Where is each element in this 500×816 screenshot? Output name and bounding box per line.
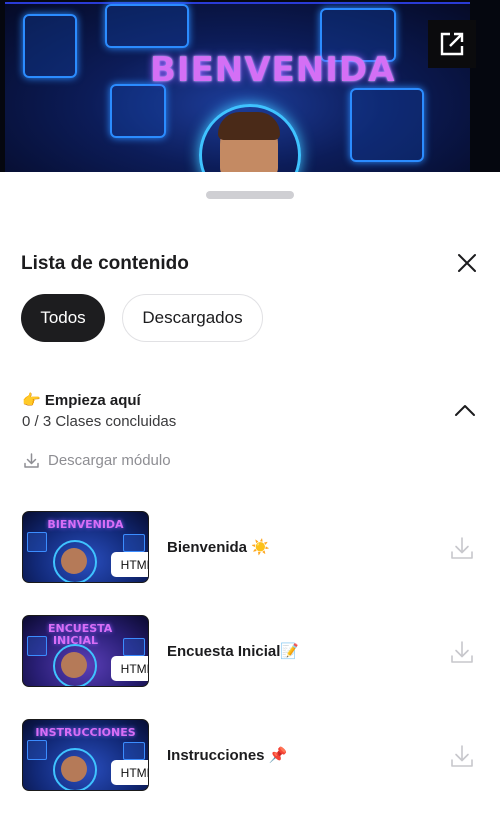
close-button[interactable]	[452, 248, 482, 278]
decor-panel	[27, 740, 47, 760]
lesson-item[interactable]: ENCUESTA INICIAL HTML Encuesta Inicial📝	[0, 615, 500, 689]
download-module-button[interactable]: Descargar módulo	[23, 452, 171, 469]
module-progress: 0 / 3 Clases concluidas	[22, 413, 177, 430]
download-icon[interactable]	[449, 743, 475, 769]
banner-title: BIENVENIDA	[150, 50, 396, 90]
sheet-title: Lista de contenido	[21, 253, 189, 274]
student-hair	[218, 112, 280, 140]
close-icon	[458, 254, 476, 272]
chevron-up-icon	[455, 405, 475, 416]
decor-panel	[123, 638, 145, 656]
lesson-title-text: Encuesta Inicial	[167, 643, 281, 660]
memo-emoji: 📝	[280, 643, 300, 660]
filter-downloaded-chip[interactable]: Descargados	[122, 294, 263, 342]
download-icon[interactable]	[449, 639, 475, 665]
decor-panel	[27, 532, 47, 552]
module-title: 👉 Empieza aquí	[22, 391, 141, 409]
decor-panel	[350, 88, 424, 162]
lesson-title-text: Bienvenida	[167, 539, 248, 556]
lesson-thumbnail: ENCUESTA INICIAL HTML	[22, 615, 149, 687]
open-external-button[interactable]	[428, 20, 476, 68]
lesson-thumbnail: BIENVENIDA HTML	[22, 511, 149, 583]
collapse-module-button[interactable]	[452, 400, 478, 420]
download-module-label: Descargar módulo	[48, 452, 171, 469]
module-title-text: Empieza aquí	[44, 392, 141, 409]
thumbnail-title: BIENVENIDA	[47, 518, 124, 531]
lesson-item[interactable]: BIENVENIDA HTML Bienvenida ☀️	[0, 511, 500, 585]
student-face	[61, 548, 87, 574]
lesson-item[interactable]: INSTRUCCIONES HTML Instrucciones 📌	[0, 719, 500, 793]
pointing-hand-emoji: 👉	[22, 392, 41, 409]
decor-panel	[23, 14, 77, 78]
format-badge: HTML	[111, 552, 148, 577]
format-badge: HTML	[111, 656, 148, 681]
lesson-title-text: Instrucciones	[167, 747, 265, 764]
video-banner[interactable]: BIENVENIDA	[0, 0, 500, 172]
decor-panel	[110, 84, 166, 138]
decor-panel	[123, 534, 145, 552]
decor-panel	[27, 636, 47, 656]
pushpin-emoji: 📌	[268, 747, 288, 764]
lesson-title: Instrucciones 📌	[167, 746, 287, 764]
lesson-title: Bienvenida ☀️	[167, 538, 270, 556]
lesson-thumbnail: INSTRUCCIONES HTML	[22, 719, 149, 791]
decor-panel	[123, 742, 145, 760]
sheet-drag-handle[interactable]	[206, 191, 294, 199]
student-face	[61, 652, 87, 678]
decor-panel	[105, 4, 189, 48]
thumbnail-title: INSTRUCCIONES	[35, 726, 136, 739]
banner-image: BIENVENIDA	[5, 2, 470, 172]
sun-emoji: ☀️	[251, 539, 270, 556]
student-face	[61, 756, 87, 782]
filter-all-chip[interactable]: Todos	[21, 294, 105, 342]
download-icon[interactable]	[449, 535, 475, 561]
lesson-title: Encuesta Inicial📝	[167, 642, 299, 660]
format-badge: HTML	[111, 760, 148, 785]
open-external-icon	[440, 32, 464, 56]
download-icon	[24, 453, 39, 468]
